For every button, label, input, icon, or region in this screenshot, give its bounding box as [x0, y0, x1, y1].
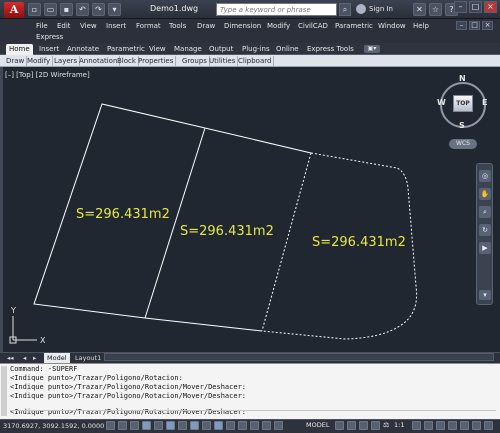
coordinate-readout[interactable]: 3170.6927, 3092.1592, 0.0000	[3, 422, 104, 430]
navigation-bar: ◎ ✋ ⌕ ↻ ▶ ▾	[476, 163, 493, 305]
clean-screen-icon[interactable]	[484, 421, 493, 430]
object-snap-tracking-icon[interactable]	[190, 421, 199, 430]
parcel-divider-2[interactable]	[261, 152, 312, 332]
dynamic-input-icon[interactable]	[214, 421, 223, 430]
snap-mode-icon[interactable]	[118, 421, 127, 430]
steering-wheel-icon[interactable]: ◎	[479, 170, 491, 182]
annotation-scale-icon[interactable]: ⚖	[383, 421, 389, 429]
selection-cycling-icon[interactable]	[262, 421, 271, 430]
nav-first-icon[interactable]: ◂◂	[4, 353, 17, 363]
infer-constraints-icon[interactable]	[106, 421, 115, 430]
command-window-grip[interactable]	[1, 366, 7, 416]
command-history-line: <Indique punto>/Trazar/Poligono/Rotacion…	[10, 374, 183, 382]
command-history-line: <Indique punto>/Trazar/Poligono/Rotacion…	[10, 383, 247, 391]
wcs-menu-button[interactable]: WCS	[449, 139, 477, 149]
ucs-y-label: Y	[10, 306, 16, 315]
lineweight-icon[interactable]	[226, 421, 235, 430]
showmotion-icon[interactable]: ▶	[479, 242, 491, 254]
orbit-icon[interactable]: ↻	[479, 224, 491, 236]
navbar-menu-icon[interactable]: ▾	[479, 290, 491, 300]
parcel-2-bottom-edge[interactable]	[144, 317, 263, 332]
pan-icon[interactable]: ✋	[479, 188, 491, 200]
ucs-icon	[9, 316, 37, 344]
command-input[interactable]	[10, 410, 496, 418]
model-space-toggle[interactable]: MODEL	[306, 421, 329, 429]
quick-view-layouts-icon[interactable]	[335, 421, 344, 430]
grid-display-icon[interactable]	[130, 421, 139, 430]
compass-east[interactable]: E	[482, 98, 487, 107]
command-history-line: Command: -SUPERF	[10, 365, 78, 373]
area-label-3[interactable]: S=296.431m2	[312, 235, 406, 250]
transparency-icon[interactable]	[238, 421, 247, 430]
area-label-2[interactable]: S=296.431m2	[180, 224, 274, 239]
hardware-acceleration-icon[interactable]	[460, 421, 469, 430]
pan-status-icon[interactable]	[359, 421, 368, 430]
parcel-2-top-edge[interactable]	[204, 127, 312, 154]
compass-north[interactable]: N	[459, 74, 466, 83]
annotation-monitor-icon[interactable]	[274, 421, 283, 430]
tab-model[interactable]: Model	[44, 353, 70, 363]
polar-tracking-icon[interactable]	[154, 421, 163, 430]
annotation-visibility-icon[interactable]	[412, 421, 421, 430]
object-snap-icon[interactable]	[166, 421, 175, 430]
annotation-scale[interactable]: 1:1	[394, 421, 404, 429]
compass-south[interactable]: S	[459, 121, 465, 130]
ortho-mode-icon[interactable]	[142, 421, 151, 430]
tab-layout1[interactable]: Layout1	[72, 353, 104, 363]
area-label-1[interactable]: S=296.431m2	[76, 207, 170, 222]
isolate-objects-icon[interactable]	[472, 421, 481, 430]
nav-next-icon[interactable]: ▸	[30, 353, 39, 363]
viewcube-top-face[interactable]: TOP	[453, 95, 473, 112]
auto-scale-icon[interactable]	[424, 421, 433, 430]
quick-view-drawings-icon[interactable]	[347, 421, 356, 430]
command-history-line: <Indique punto>/Trazar/Poligono/Rotacion…	[10, 392, 247, 400]
compass-west[interactable]: W	[437, 98, 446, 107]
horizontal-scrollbar[interactable]	[104, 353, 494, 361]
3d-object-snap-icon[interactable]	[178, 421, 187, 430]
dynamic-ucs-icon[interactable]	[202, 421, 211, 430]
ucs-x-label: X	[40, 336, 46, 345]
zoom-icon[interactable]: ⌕	[479, 206, 491, 218]
lock-icon[interactable]	[448, 421, 457, 430]
workspace-switching-icon[interactable]	[436, 421, 445, 430]
parcel-divider-1[interactable]	[144, 127, 206, 319]
quick-properties-icon[interactable]	[250, 421, 259, 430]
zoom-status-icon[interactable]	[371, 421, 380, 430]
nav-prev-icon[interactable]: ◂	[20, 353, 29, 363]
